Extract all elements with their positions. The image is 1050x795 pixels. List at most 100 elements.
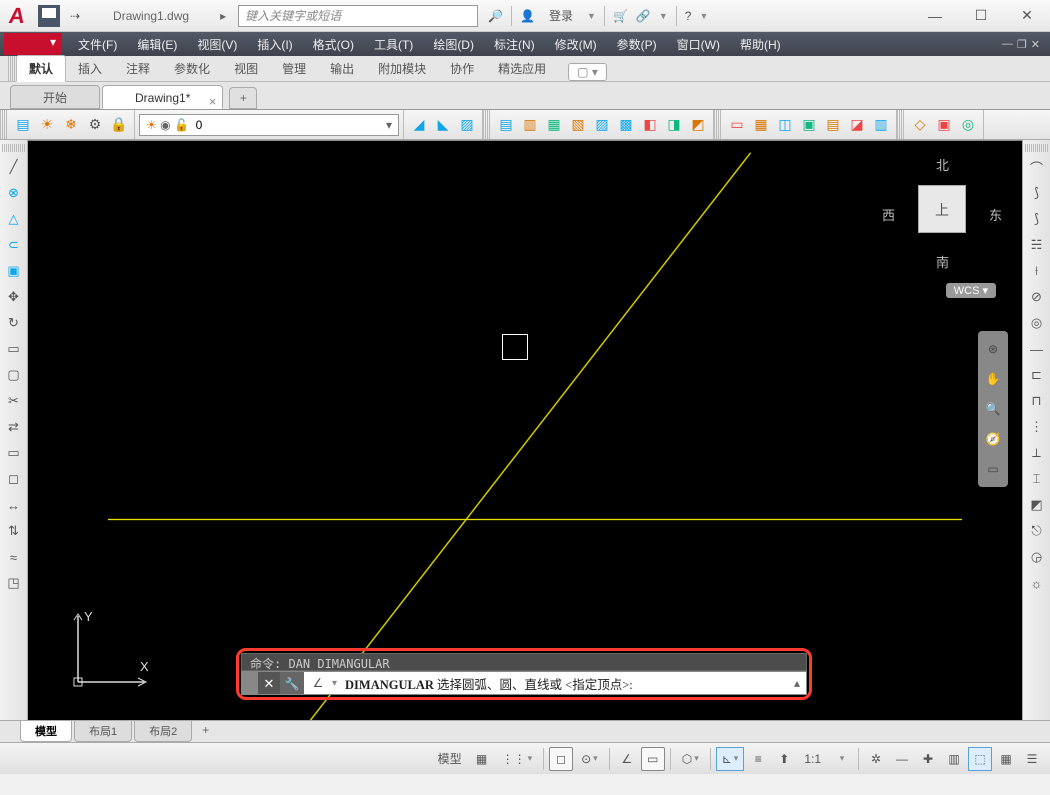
tab-addins[interactable]: 附加模块 (366, 56, 438, 81)
menu-window[interactable]: 窗口(W) (667, 36, 730, 53)
save-icon[interactable] (38, 5, 60, 27)
file-tab-drawing1[interactable]: Drawing1* × (102, 85, 223, 109)
tool-r4-icon[interactable]: ☵ (1026, 234, 1048, 256)
menu-edit[interactable]: 编辑(E) (127, 36, 187, 53)
search-input[interactable]: 键入关键字或短语 (238, 5, 478, 27)
tool-r13-icon[interactable]: ⌶ (1026, 468, 1048, 490)
lay-h-icon[interactable]: ◨ (663, 114, 685, 136)
tool-r12-icon[interactable]: ⟂ (1026, 442, 1048, 464)
tri-icon[interactable]: △ (3, 208, 25, 230)
tab-view[interactable]: 视图 (222, 56, 270, 81)
login-button[interactable]: 登录 (543, 7, 579, 24)
mdi-close-icon[interactable]: ✕ (1031, 38, 1040, 51)
line-icon[interactable]: ╱ (3, 156, 25, 178)
tab-parametric[interactable]: 参数化 (162, 56, 222, 81)
grid-icon[interactable]: ▦ (470, 747, 494, 771)
tool-c-icon[interactable]: ◫ (774, 114, 796, 136)
modelspace-button[interactable]: 模型 (432, 747, 468, 771)
stretch-icon[interactable]: ⇅ (3, 520, 25, 542)
close-button[interactable]: ✕ (1004, 0, 1050, 32)
command-input[interactable]: DIMANGULAR 选择圆弧、圆、直线或 <指定顶点>: (341, 674, 788, 693)
copy-icon[interactable]: ◻ (3, 468, 25, 490)
tab-manage[interactable]: 管理 (270, 56, 318, 81)
menu-insert[interactable]: 插入(I) (247, 36, 302, 53)
lay-f-icon[interactable]: ▩ (615, 114, 637, 136)
gear-icon[interactable]: ✲ (864, 747, 888, 771)
lay-i-icon[interactable]: ◩ (687, 114, 709, 136)
lay-g-icon[interactable]: ◧ (639, 114, 661, 136)
extend-icon[interactable]: ⇄ (3, 416, 25, 438)
tool-r8-icon[interactable]: — (1026, 338, 1048, 360)
mirror-icon[interactable]: ↔ (3, 494, 25, 516)
ortho-icon[interactable]: ◻ (549, 747, 573, 771)
viewcube[interactable]: 北 南 西 东 上 (882, 155, 1002, 275)
move-icon[interactable]: ✥ (3, 286, 25, 308)
chevron-down-icon[interactable]: ▾ (386, 118, 392, 132)
app-menu-button[interactable] (4, 33, 62, 55)
menu-dim[interactable]: 标注(N) (484, 36, 545, 53)
util-c-icon[interactable]: ◎ (957, 114, 979, 136)
toolbar-grabber[interactable] (483, 110, 491, 139)
rotate-icon[interactable]: ↻ (3, 312, 25, 334)
menu-format[interactable]: 格式(O) (303, 36, 364, 53)
ribbon-grabber[interactable] (8, 56, 16, 81)
tool-f-icon[interactable]: ◪ (846, 114, 868, 136)
new-tab-button[interactable]: + (229, 87, 257, 109)
binoculars-icon[interactable]: 🔎 (488, 9, 503, 23)
tab-default[interactable]: 默认 (16, 55, 66, 82)
cmd-dd-icon[interactable]: ▾ (332, 678, 341, 689)
pan-icon[interactable]: ✋ (981, 367, 1005, 391)
lay-b-icon[interactable]: ▥ (519, 114, 541, 136)
toolbar-grabber[interactable] (0, 110, 8, 139)
snap-icon[interactable]: ⋮⋮▾ (496, 747, 539, 771)
layer-freeze-icon[interactable]: ⚙ (84, 114, 106, 136)
util-b-icon[interactable]: ▣ (933, 114, 955, 136)
user-icon[interactable]: 👤 (520, 9, 535, 23)
share-dd-icon[interactable]: ▼ (659, 11, 668, 21)
tool-r17-icon[interactable]: ☼ (1026, 572, 1048, 594)
menu-tools[interactable]: 工具(T) (364, 36, 423, 53)
tab-featured[interactable]: 精选应用 (486, 56, 558, 81)
lay-a-icon[interactable]: ▤ (495, 114, 517, 136)
tool-d-icon[interactable]: ▣ (798, 114, 820, 136)
sel-icon[interactable]: ▥ (942, 747, 966, 771)
scale-icon[interactable]: ▢ (3, 364, 25, 386)
lay-iso-icon[interactable]: ◢ (408, 114, 430, 136)
viewcube-south[interactable]: 南 (936, 252, 949, 271)
scale-dd-icon[interactable]: ▾ (829, 747, 853, 771)
close-icon[interactable]: × (209, 90, 217, 114)
zoom-icon[interactable]: 🔍 (981, 397, 1005, 421)
layout-add-button[interactable]: + (194, 721, 217, 739)
toolbar-grabber[interactable] (714, 110, 722, 139)
tool-r15-icon[interactable]: ⎋ (1026, 520, 1048, 542)
showmotion-icon[interactable]: ▭ (981, 457, 1005, 481)
tab-collab[interactable]: 协作 (438, 56, 486, 81)
ribbon-collapse[interactable]: ▢ ▾ (568, 63, 607, 81)
tool-r11-icon[interactable]: ⋮ (1026, 416, 1048, 438)
tool-r2-icon[interactable]: ⟆ (1026, 182, 1048, 204)
qprop-icon[interactable]: ⬆ (772, 747, 796, 771)
hw-icon[interactable]: ▦ (994, 747, 1018, 771)
lwt-icon[interactable]: ≡ (746, 747, 770, 771)
tool-r14-icon[interactable]: ◩ (1026, 494, 1048, 516)
sub-icon[interactable]: ⊂ (3, 234, 25, 256)
dash-icon[interactable]: — (890, 747, 914, 771)
tool-r6-icon[interactable]: ⊘ (1026, 286, 1048, 308)
menu-file[interactable]: 文件(F) (68, 36, 127, 53)
lay-match-icon[interactable]: ▨ (456, 114, 478, 136)
tool-r16-icon[interactable]: ◶ (1026, 546, 1048, 568)
viewcube-top[interactable]: 上 (918, 185, 966, 233)
app-icon[interactable]: A (0, 0, 34, 32)
menu-draw[interactable]: 绘图(D) (423, 36, 484, 53)
tab-output[interactable]: 输出 (318, 56, 366, 81)
minimize-button[interactable]: — (912, 0, 958, 32)
cross-icon[interactable]: ✚ (916, 747, 940, 771)
customize-icon[interactable]: ☰ (1020, 747, 1044, 771)
file-tab-start[interactable]: 开始 (10, 85, 100, 109)
util-a-icon[interactable]: ◇ (909, 114, 931, 136)
rect2-icon[interactable]: ▭ (3, 442, 25, 464)
layout-tab-2[interactable]: 布局2 (134, 721, 192, 742)
mdi-restore-icon[interactable]: ❐ (1017, 38, 1027, 51)
cmd-expand-icon[interactable]: ▴ (788, 676, 806, 690)
array-icon[interactable]: ▣ (3, 260, 25, 282)
